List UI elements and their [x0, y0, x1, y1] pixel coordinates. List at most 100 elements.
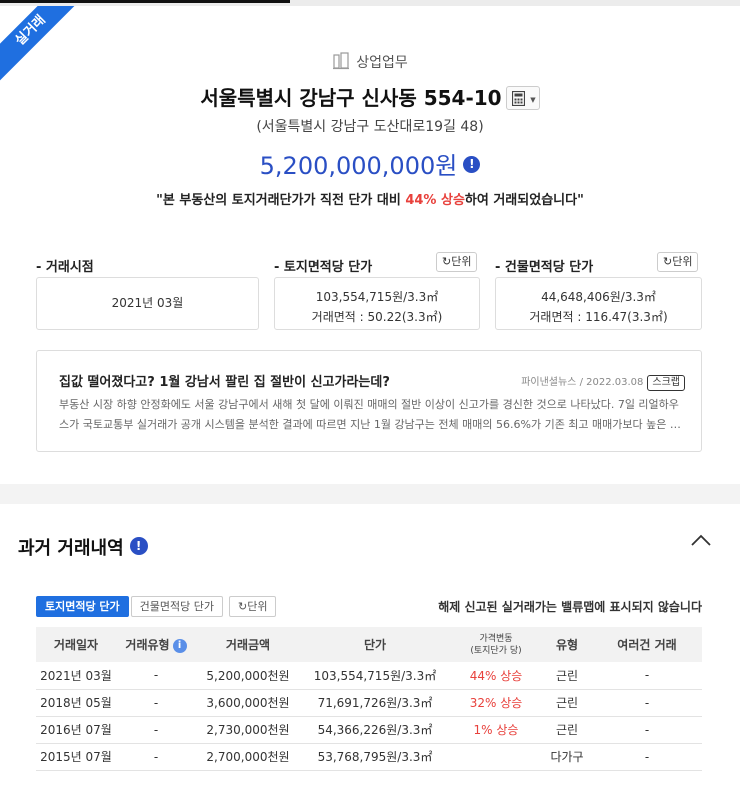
summary-prefix: "본 부동산의 토지거래단가가 직전 단가 대비 [156, 193, 406, 208]
col-amount: 거래금액 [196, 627, 300, 662]
unit-label: 단위 [672, 255, 693, 268]
cell-amount: 2,700,000천원 [196, 743, 300, 771]
cell-date: 2015년 07월 [36, 743, 116, 771]
cell-unit-price: 53,768,795원/3.3㎡ [300, 743, 450, 771]
summary-highlight: 44% 상승 [405, 193, 465, 208]
col-price-change: 가격변동 (토지단가 당) [450, 627, 542, 662]
cell-amount: 2,730,000천원 [196, 716, 300, 744]
building-price-label: - 건물면적당 단가 [495, 260, 594, 275]
cell-multi: - [592, 716, 702, 744]
trade-price: 5,200,000,000원! [0, 146, 740, 181]
land-unit-price: 103,554,715원/3.3㎡ [315, 290, 439, 304]
tab-land-unit-price[interactable]: 토지면적당 단가 [36, 596, 129, 617]
info-icon[interactable]: ! [129, 537, 148, 555]
history-section: 과거 거래내역! 토지면적당 단가 건물면적당 단가 ↻단위 해제 신고된 실거래가… [0, 504, 740, 791]
news-meta: 파이낸셜뉴스 / 2022.03.08 스크랩 [521, 373, 685, 391]
unit-tabs: 토지면적당 단가 건물면적당 단가 ↻단위 [36, 596, 278, 617]
top-bar [0, 0, 290, 3]
cell-type: - [116, 689, 196, 717]
summary-quote: "본 부동산의 토지거래단가가 직전 단가 대비 44% 상승하여 거래되었습니… [0, 189, 740, 208]
cell-kind: 근린 [542, 689, 592, 717]
col-change-label: 가격변동 [479, 633, 513, 644]
cell-unit-price: 103,554,715원/3.3㎡ [300, 662, 450, 690]
summary-suffix: 하여 거래되었습니다" [464, 193, 584, 208]
cell-date: 2021년 03월 [36, 662, 116, 690]
cell-unit-price: 71,691,726원/3.3㎡ [300, 689, 450, 717]
road-address: (서울특별시 강남구 도산대로19길 48) [256, 119, 484, 135]
cell-multi: - [592, 662, 702, 690]
cell-type: - [116, 743, 196, 771]
col-change-sub: (토지단가 당) [470, 645, 522, 656]
cell-multi: - [592, 743, 702, 771]
collapse-chevron-icon[interactable] [690, 532, 712, 551]
calculator-button[interactable]: ▼ [505, 85, 540, 110]
col-type-label: 거래유형 [125, 638, 170, 652]
col-date: 거래일자 [36, 627, 116, 662]
calculator-icon [511, 90, 525, 106]
address-title: 서울특별시 강남구 신사동 554-10 ▼ [0, 82, 740, 112]
table-row: 2018년 05월 - 3,600,000천원 71,691,726원/3.3㎡… [36, 689, 702, 717]
news-title[interactable]: 집값 떨어졌다고? 1월 강남서 팔린 집 절반이 신고가라는데? [59, 371, 390, 390]
col-type: 거래유형 i [116, 627, 196, 662]
cell-unit-price: 54,366,226원/3.3㎡ [300, 716, 450, 744]
news-source: 파이낸셜뉴스 [521, 377, 577, 388]
address-text: 서울특별시 강남구 신사동 554-10 [200, 86, 502, 110]
land-area: 거래면적 : 50.22(3.3㎡) [311, 310, 443, 324]
refresh-icon: ↻ [663, 255, 673, 268]
cell-date: 2016년 07월 [36, 716, 116, 744]
category: 상업업무 [0, 52, 740, 74]
trade-time-box: 2021년 03월 [36, 277, 259, 330]
cell-amount: 3,600,000천원 [196, 689, 300, 717]
table-row: 2015년 07월 - 2,700,000천원 53,768,795원/3.3㎡… [36, 743, 702, 771]
cell-change: 1% 상승 [450, 716, 542, 744]
col-multi: 여러건 거래 [592, 627, 702, 662]
cell-kind: 다가구 [542, 743, 592, 771]
cell-type: - [116, 716, 196, 744]
history-note: 해제 신고된 실거래가는 밸류맵에 표시되지 않습니다 [438, 600, 702, 614]
building-icon [332, 52, 350, 74]
scrap-button[interactable]: 스크랩 [647, 375, 685, 391]
refresh-icon: ↻ [238, 600, 248, 613]
history-title: 과거 거래내역! [18, 534, 148, 560]
col-unit-price: 단가 [300, 627, 450, 662]
news-date: 2022.03.08 [586, 377, 644, 388]
col-kind: 유형 [542, 627, 592, 662]
ribbon-label: 실거래 [0, 6, 80, 86]
news-card[interactable]: 집값 떨어졌다고? 1월 강남서 팔린 집 절반이 신고가라는데? 파이낸셜뉴스… [36, 350, 702, 452]
building-area: 거래면적 : 116.47(3.3㎡) [529, 310, 668, 324]
price-value: 5,200,000,000원 [259, 152, 458, 180]
refresh-icon: ↻ [442, 255, 452, 268]
info-icon[interactable]: i [172, 638, 187, 653]
history-table: 거래일자 거래유형 i 거래금액 단가 가격변동 (토지단가 당) 유형 여러건 거… [36, 627, 702, 771]
cell-change [450, 743, 542, 771]
actual-trade-ribbon: 실거래 [0, 6, 80, 86]
unit-label: 단위 [451, 255, 472, 268]
cell-multi: - [592, 689, 702, 717]
cell-kind: 근린 [542, 662, 592, 690]
table-row: 2016년 07월 - 2,730,000천원 54,366,226원/3.3㎡… [36, 716, 702, 744]
cell-kind: 근린 [542, 716, 592, 744]
building-unit-toggle[interactable]: ↻단위 [657, 252, 699, 272]
land-price-box: 103,554,715원/3.3㎡ 거래면적 : 50.22(3.3㎡) [274, 277, 480, 330]
cell-date: 2018년 05월 [36, 689, 116, 717]
cell-change: 44% 상승 [450, 662, 542, 690]
cell-amount: 5,200,000천원 [196, 662, 300, 690]
cell-change: 32% 상승 [450, 689, 542, 717]
category-label: 상업업무 [356, 55, 408, 71]
history-unit-toggle[interactable]: ↻단위 [229, 596, 277, 617]
unit-label: 단위 [247, 600, 268, 613]
tab-building-unit-price[interactable]: 건물면적당 단가 [130, 596, 224, 617]
building-unit-price: 44,648,406원/3.3㎡ [541, 290, 656, 304]
trade-time-value: 2021년 03월 [111, 296, 184, 310]
building-price-box: 44,648,406원/3.3㎡ 거래면적 : 116.47(3.3㎡) [495, 277, 702, 330]
land-price-label: - 토지면적당 단가 [274, 260, 373, 275]
trade-time-label: - 거래시점 [36, 260, 94, 275]
info-icon[interactable]: ! [463, 155, 481, 173]
caret-down-icon: ▼ [530, 95, 536, 104]
cell-type: - [116, 662, 196, 690]
table-row: 2021년 03월 - 5,200,000천원 103,554,715원/3.3… [36, 662, 702, 690]
history-title-text: 과거 거래내역 [18, 538, 124, 559]
table-header: 거래일자 거래유형 i 거래금액 단가 가격변동 (토지단가 당) 유형 여러건 거… [36, 627, 702, 662]
news-body: 부동산 시장 하향 안정화에도 서울 강남구에서 새해 첫 달에 이뤄진 매매의… [59, 398, 681, 431]
land-unit-toggle[interactable]: ↻단위 [436, 252, 478, 272]
